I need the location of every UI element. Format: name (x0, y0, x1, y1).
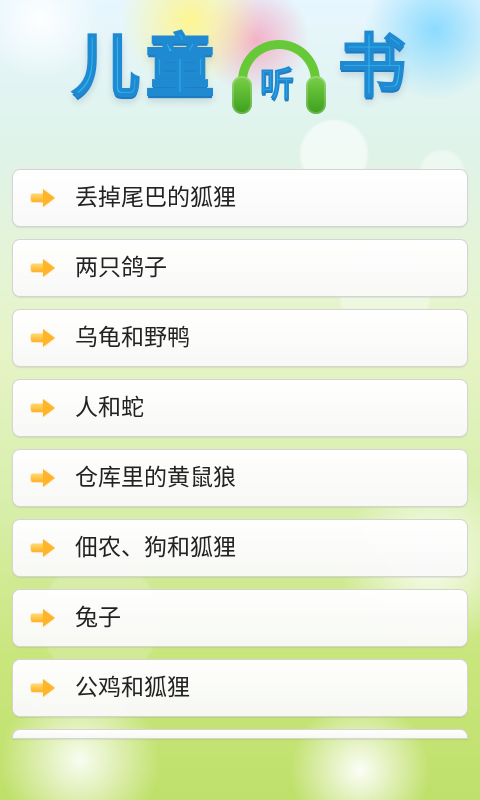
story-item-label: 佃农、狗和狐狸 (75, 534, 236, 561)
story-item-4[interactable]: 人和蛇 (12, 379, 468, 437)
arrow-right-icon (31, 539, 55, 557)
story-item-arrow-wrap (13, 659, 73, 717)
app-title: 儿 童 听 书 (60, 28, 420, 128)
headphones-icon: 听 (230, 34, 328, 120)
story-item-label: 兔子 (75, 604, 121, 631)
story-item-5[interactable]: 仓库里的黄鼠狼 (12, 449, 468, 507)
story-item-label: 仓库里的黄鼠狼 (75, 464, 236, 491)
story-item-6[interactable]: 佃农、狗和狐狸 (12, 519, 468, 577)
story-item-partial[interactable] (12, 729, 468, 739)
arrow-right-icon (31, 329, 55, 347)
headphones-left-ear (232, 76, 252, 114)
story-item-arrow-wrap (13, 379, 73, 437)
arrow-right-icon (31, 609, 55, 627)
arrow-right-icon (31, 679, 55, 697)
story-item-arrow-wrap (13, 519, 73, 577)
story-list: 丢掉尾巴的狐狸 两只鸽子 乌龟和野鸭 人和蛇 仓库里的黄鼠狼 佃农、狗和狐狸 兔… (12, 169, 468, 739)
story-item-2[interactable]: 两只鸽子 (12, 239, 468, 297)
story-item-3[interactable]: 乌龟和野鸭 (12, 309, 468, 367)
story-item-label: 人和蛇 (75, 394, 144, 421)
story-item-label: 乌龟和野鸭 (75, 324, 190, 351)
arrow-right-icon (31, 259, 55, 277)
story-item-label: 两只鸽子 (75, 254, 167, 281)
arrow-right-icon (31, 399, 55, 417)
title-char-3: 听 (260, 65, 295, 105)
headphones-right-ear (306, 76, 326, 114)
story-item-arrow-wrap (13, 169, 73, 227)
arrow-right-icon (31, 469, 55, 487)
title-char-2: 童 (145, 28, 215, 107)
story-item-arrow-wrap (13, 239, 73, 297)
story-item-arrow-wrap (13, 449, 73, 507)
title-char-1: 儿 (71, 28, 141, 107)
story-item-8[interactable]: 公鸡和狐狸 (12, 659, 468, 717)
title-char-4: 书 (337, 28, 407, 107)
story-item-arrow-wrap (13, 589, 73, 647)
story-item-arrow-wrap (13, 309, 73, 367)
story-item-1[interactable]: 丢掉尾巴的狐狸 (12, 169, 468, 227)
story-item-label: 公鸡和狐狸 (75, 674, 190, 701)
story-item-7[interactable]: 兔子 (12, 589, 468, 647)
story-item-label: 丢掉尾巴的狐狸 (75, 184, 236, 211)
arrow-right-icon (31, 189, 55, 207)
